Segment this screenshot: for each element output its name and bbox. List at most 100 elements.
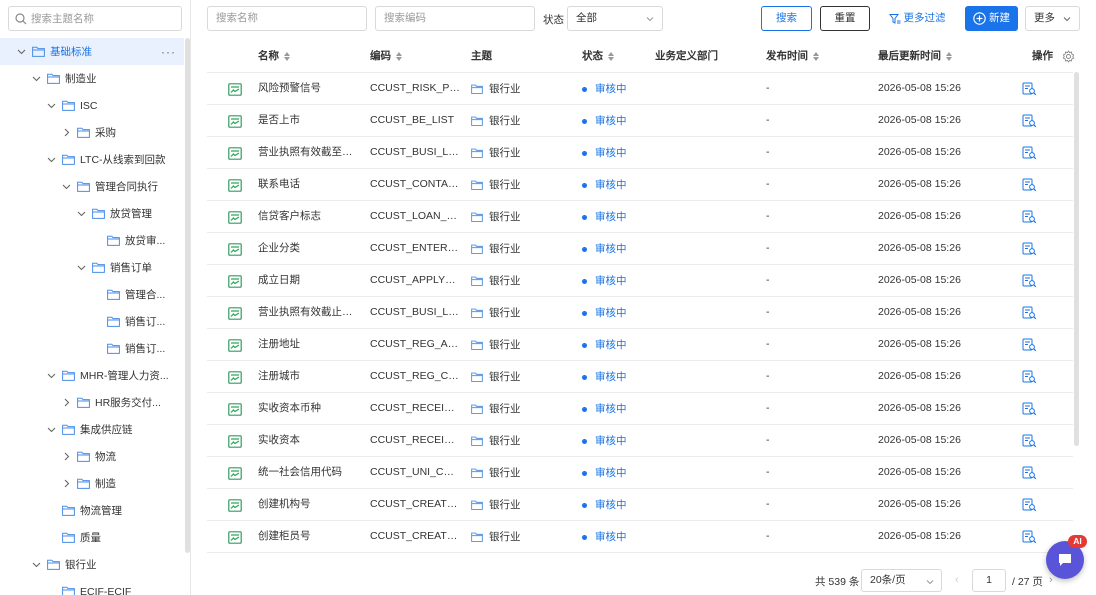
status-select[interactable]: 全部: [567, 6, 663, 31]
chevron-down-icon[interactable]: [74, 261, 88, 275]
view-detail-icon[interactable]: [1022, 489, 1042, 521]
cell-name[interactable]: 统一社会信用代码: [258, 457, 358, 489]
tree-node[interactable]: 放贷审...: [0, 227, 184, 254]
tree-node[interactable]: 制造: [0, 470, 184, 497]
next-page-button[interactable]: ›: [1049, 574, 1053, 586]
table-row[interactable]: 企业分类 CCUST_ENTERP... 银行业 审核中 - 2026-05-08 15:…: [207, 232, 1073, 264]
cell-name[interactable]: 创建柜员号: [258, 521, 358, 553]
search-button[interactable]: 搜索: [761, 6, 812, 31]
table-row[interactable]: 联系电话 CCUST_CONTAC... 银行业 审核中 - 2026-05-08 15:…: [207, 168, 1073, 200]
chevron-down-icon[interactable]: [29, 72, 43, 86]
more-filter-button[interactable]: 更多过滤: [882, 6, 952, 31]
cell-name[interactable]: 注册城市: [258, 361, 358, 393]
tree-node[interactable]: LTC-从线索到回款: [0, 146, 184, 173]
cell-name[interactable]: 实收资本: [258, 425, 358, 457]
table-scrollbar[interactable]: [1074, 72, 1079, 446]
sort-icon[interactable]: [946, 51, 952, 61]
tree-node[interactable]: 银行业: [0, 551, 184, 578]
tree-node[interactable]: 制造业: [0, 65, 184, 92]
tree-node[interactable]: MHR-管理人力资...: [0, 362, 184, 389]
view-detail-icon[interactable]: [1022, 169, 1042, 201]
table-row[interactable]: 实收资本 CCUST_RECEIVE... 银行业 审核中 - 2026-05-08 15…: [207, 424, 1073, 456]
sidebar-scrollbar[interactable]: [185, 38, 190, 553]
view-detail-icon[interactable]: [1022, 457, 1042, 489]
view-detail-icon[interactable]: [1022, 521, 1042, 553]
chevron-down-icon[interactable]: [74, 207, 88, 221]
cell-name[interactable]: 实收资本币种: [258, 393, 358, 425]
theme-search-input[interactable]: 搜索主题名称: [8, 6, 182, 31]
chevron-down-icon[interactable]: [44, 423, 58, 437]
tree-node[interactable]: ISC: [0, 92, 184, 119]
view-detail-icon[interactable]: [1022, 233, 1042, 265]
chevron-right-icon[interactable]: [59, 477, 73, 491]
tree-node[interactable]: 采购: [0, 119, 184, 146]
table-row[interactable]: 注册地址 CCUST_REG_AD... 银行业 审核中 - 2026-05-08 15:…: [207, 328, 1073, 360]
table-row[interactable]: 创建机构号 CCUST_CREATE... 银行业 审核中 - 2026-05-08 15…: [207, 488, 1073, 520]
col-header-published[interactable]: 发布时间: [766, 40, 819, 72]
table-row[interactable]: 统一社会信用代码 CCUST_UNI_CRE... 银行业 审核中 - 2026-05-0…: [207, 456, 1073, 488]
view-detail-icon[interactable]: [1022, 361, 1042, 393]
column-settings-button[interactable]: [1062, 40, 1075, 72]
view-detail-icon[interactable]: [1022, 329, 1042, 361]
col-header-updated[interactable]: 最后更新时间: [878, 40, 952, 72]
page-number-input[interactable]: 1: [972, 569, 1006, 592]
cell-name[interactable]: 营业执照有效截至日...: [258, 137, 358, 169]
view-detail-icon[interactable]: [1022, 105, 1042, 137]
chevron-down-icon[interactable]: [29, 558, 43, 572]
table-row[interactable]: [207, 552, 1073, 563]
cell-name[interactable]: 创建机构号: [258, 489, 358, 521]
chevron-down-icon[interactable]: [44, 369, 58, 383]
tree-node[interactable]: 质量: [0, 524, 184, 551]
code-search-input[interactable]: 搜索编码: [375, 6, 535, 31]
sort-icon[interactable]: [813, 51, 819, 61]
more-dropdown-button[interactable]: 更多: [1025, 6, 1080, 31]
name-search-input[interactable]: 搜索名称: [207, 6, 367, 31]
table-row[interactable]: 创建柜员号 CCUST_CREATE... 银行业 审核中 - 2026-05-08 15…: [207, 520, 1073, 552]
view-detail-icon[interactable]: [1022, 137, 1042, 169]
cell-name[interactable]: 联系电话: [258, 169, 358, 201]
tree-node[interactable]: HR服务交付...: [0, 389, 184, 416]
cell-name[interactable]: 成立日期: [258, 265, 358, 297]
table-row[interactable]: 成立日期 CCUST_APPLY_D... 银行业 审核中 - 2026-05-08 15…: [207, 264, 1073, 296]
tree-node[interactable]: 销售订单: [0, 254, 184, 281]
tree-node[interactable]: 管理合同执行: [0, 173, 184, 200]
table-row[interactable]: 是否上市 CCUST_BE_LIST 银行业 审核中 - 2026-05-08 15:26: [207, 104, 1073, 136]
tree-node[interactable]: 基础标准 ···: [0, 38, 184, 65]
chevron-down-icon[interactable]: [59, 180, 73, 194]
cell-name[interactable]: 营业执照有效截止日...: [258, 297, 358, 329]
chevron-right-icon[interactable]: [59, 450, 73, 464]
col-header-code[interactable]: 编码: [370, 40, 402, 72]
sort-icon[interactable]: [608, 51, 614, 61]
tree-node[interactable]: 放贷管理: [0, 200, 184, 227]
view-detail-icon[interactable]: [1022, 297, 1042, 329]
tree-node[interactable]: 销售订...: [0, 335, 184, 362]
view-detail-icon[interactable]: [1022, 425, 1042, 457]
tree-node[interactable]: 管理合...: [0, 281, 184, 308]
tree-node[interactable]: 物流管理: [0, 497, 184, 524]
reset-button[interactable]: 重置: [820, 6, 870, 31]
view-detail-icon[interactable]: [1022, 265, 1042, 297]
table-row[interactable]: 营业执照有效截至日... CCUST_BUSI_LIC... 银行业 审核中 - 2026…: [207, 136, 1073, 168]
new-button[interactable]: 新建: [965, 6, 1018, 31]
cell-name[interactable]: 风险预警信号: [258, 73, 358, 105]
chevron-down-icon[interactable]: [44, 99, 58, 113]
chevron-right-icon[interactable]: [59, 126, 73, 140]
table-row[interactable]: 营业执照有效截止日... CCUST_BUSI_LIC... 银行业 审核中 - 2026…: [207, 296, 1073, 328]
tree-node[interactable]: ECIF-ECIF: [0, 578, 184, 595]
more-actions-icon[interactable]: ···: [161, 45, 176, 59]
table-row[interactable]: 信贷客户标志 CCUST_LOAN_F... 银行业 审核中 - 2026-05-08 1…: [207, 200, 1073, 232]
view-detail-icon[interactable]: [1022, 73, 1042, 105]
prev-page-button[interactable]: ‹: [955, 574, 959, 586]
cell-name[interactable]: 注册地址: [258, 329, 358, 361]
chevron-down-icon[interactable]: [44, 153, 58, 167]
col-header-name[interactable]: 名称: [258, 40, 290, 72]
tree-node[interactable]: 集成供应链: [0, 416, 184, 443]
chevron-down-icon[interactable]: [14, 45, 28, 59]
page-size-select[interactable]: 20条/页: [861, 569, 942, 592]
cell-name[interactable]: 企业分类: [258, 233, 358, 265]
tree-node[interactable]: 销售订...: [0, 308, 184, 335]
cell-name[interactable]: 是否上市: [258, 105, 358, 137]
view-detail-icon[interactable]: [1022, 393, 1042, 425]
table-row[interactable]: 风险预警信号 CCUST_RISK_PR... 银行业 审核中 - 2026-05-08 …: [207, 72, 1073, 104]
sort-icon[interactable]: [284, 51, 290, 61]
